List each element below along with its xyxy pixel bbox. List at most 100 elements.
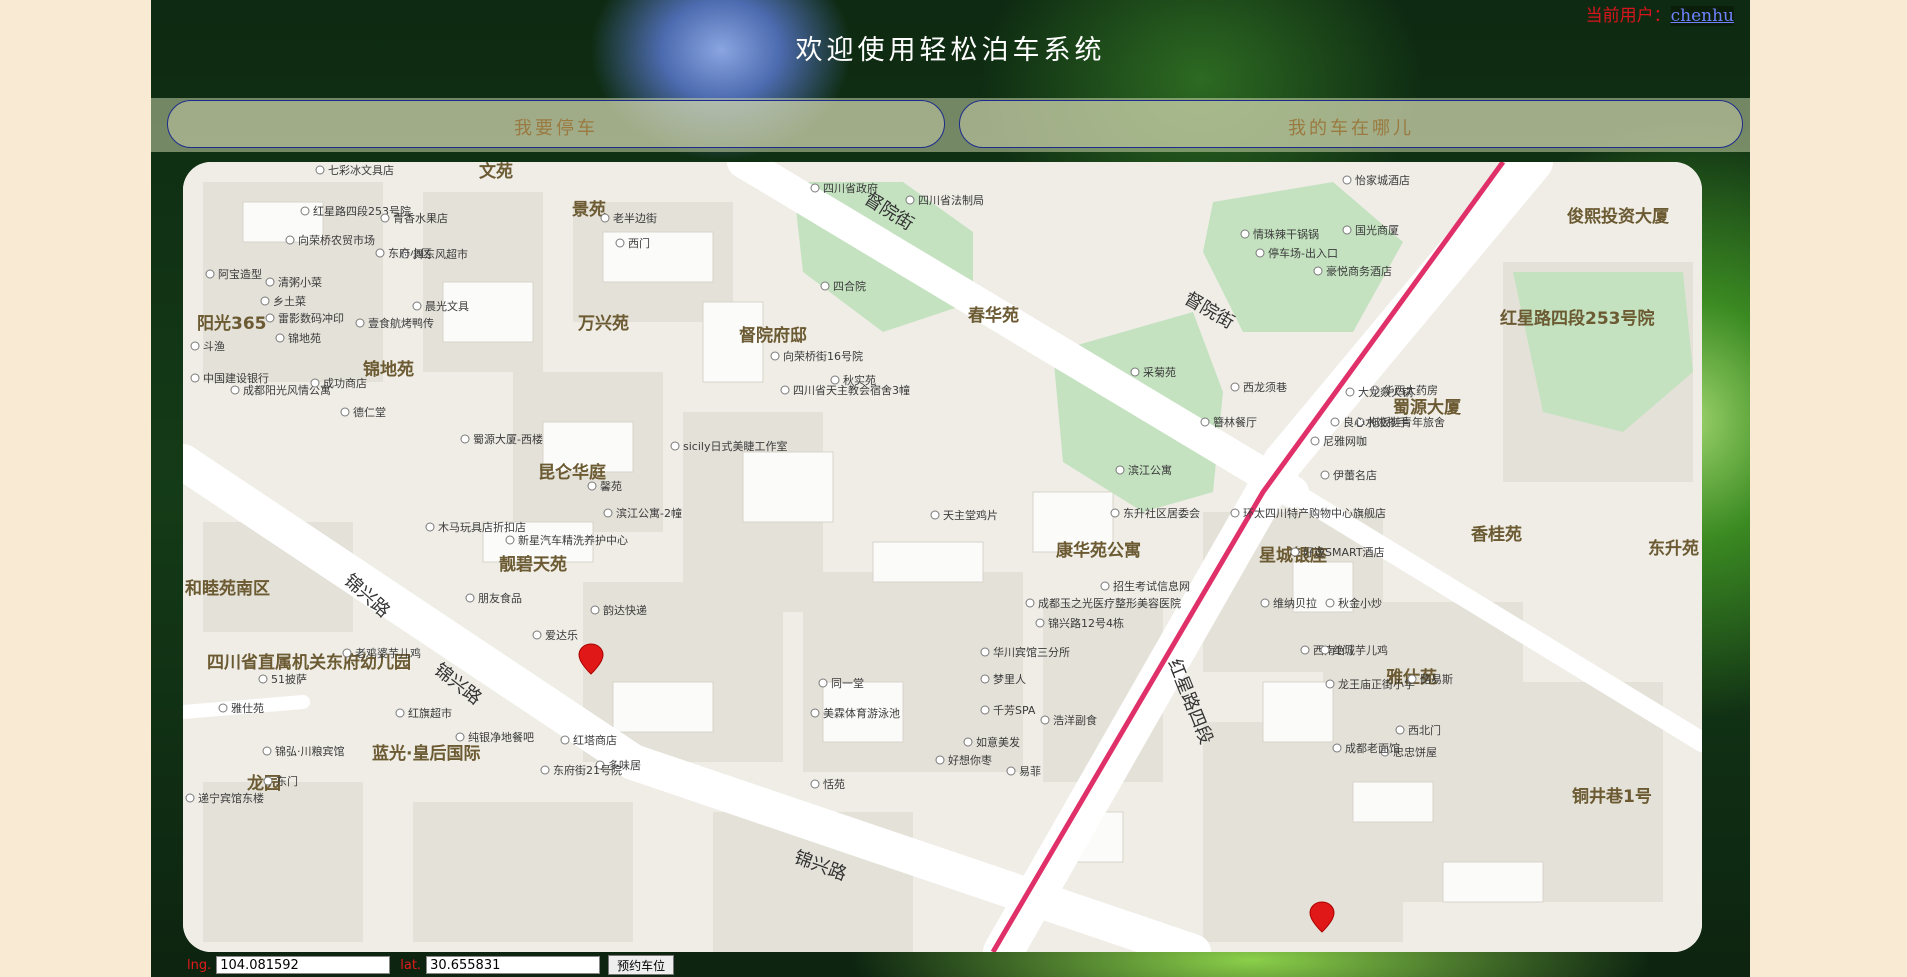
poi-label: 采菊苑 [1143, 366, 1176, 379]
poi-label: 簪林餐厅 [1213, 415, 1257, 429]
poi-label: 向荣桥街16号院 [783, 349, 863, 363]
map-canvas[interactable]: 督院街 督院街 锦兴路 锦兴路 锦兴路 红星路四段 文苑 景苑 万兴苑 督院府邸… [183, 162, 1702, 952]
poi[interactable]: 环太四川特产购物中心旗舰店 [1230, 506, 1386, 520]
poi-icon [930, 510, 940, 520]
poi[interactable]: 豪悦商务酒店 [1313, 264, 1392, 278]
poi-icon [1332, 743, 1342, 753]
poi-label: 成都玉之光医疗整形美容医院 [1038, 596, 1181, 610]
poi[interactable]: 龙王庙正街小学 [1325, 677, 1415, 691]
poi-label: 雷影数码冲印 [278, 311, 344, 325]
poi[interactable]: 东府街21号院 [540, 763, 622, 777]
poi-icon [262, 746, 272, 756]
poi-label: 成功商店 [323, 376, 367, 390]
reserve-spot-button[interactable]: 预约车位 [608, 955, 675, 975]
poi-label: 绝城芋儿鸡 [1333, 643, 1388, 657]
poi-icon [1342, 175, 1352, 185]
poi-icon [905, 195, 915, 205]
poi[interactable]: 滨江公寓-2幢 [603, 506, 682, 520]
poi-icon [963, 737, 973, 747]
poi-icon [1130, 367, 1140, 377]
poi[interactable]: 锦弘·川粮宾馆 [262, 744, 345, 758]
poi-label: 停车场-出入口 [1268, 246, 1338, 260]
poi-label: 朋友食品 [478, 591, 522, 605]
poi-label: 维纳贝拉 [1273, 596, 1317, 610]
poi-icon [460, 434, 470, 444]
find-car-button[interactable]: 我的车在哪儿 [959, 100, 1743, 148]
poi-icon [1025, 598, 1035, 608]
area-label: 香桂苑 [1471, 524, 1522, 545]
poi[interactable]: 良心水饺抄手 [1330, 415, 1409, 429]
poi-icon [1230, 508, 1240, 518]
poi-icon [780, 385, 790, 395]
app-frame: 欢迎使用轻松泊车系统 当前用户：chenhu 我要停车 我的车在哪儿 督院街 督… [151, 0, 1750, 977]
poi[interactable]: 递宁宾馆东楼 [185, 791, 264, 805]
poi[interactable]: 成都玉之光医疗整形美容医院 [1025, 596, 1181, 610]
poi-label: 浩洋副食 [1053, 713, 1097, 727]
poi-label: 如意美发 [976, 735, 1020, 749]
area-label: 靓碧天苑 [499, 554, 567, 575]
poi-label: 蜀源大厦-西楼 [473, 432, 543, 446]
poi[interactable]: 七彩冰文具店 [315, 163, 394, 177]
poi[interactable]: 木马玩具店折扣店 [425, 520, 526, 534]
poi[interactable]: 美霖体育游泳池 [810, 706, 900, 720]
poi[interactable]: 华川宾馆三分所 [980, 645, 1070, 659]
poi[interactable]: 向荣桥农贸市场 [285, 233, 375, 247]
poi-icon [263, 776, 273, 786]
poi-label: 四合院 [833, 279, 866, 293]
poi[interactable]: 好逸SMART酒店 [1290, 545, 1385, 559]
poi-label: 秋金小炒 [1338, 596, 1382, 610]
poi-icon [505, 535, 515, 545]
lat-input[interactable] [426, 956, 601, 974]
lng-input[interactable] [216, 956, 391, 974]
poi-label: 晨光文具 [425, 299, 469, 313]
poi[interactable]: 雷影数码冲印 [265, 311, 344, 325]
area-label: 昆仑华庭 [538, 462, 606, 483]
poi-icon [1230, 382, 1240, 392]
poi[interactable]: 招生考试信息网 [1100, 579, 1190, 593]
poi-label: 秋实苑 [843, 373, 876, 387]
poi-icon [1240, 229, 1250, 239]
poi-icon [260, 296, 270, 306]
poi[interactable]: 纯银净地餐吧 [455, 730, 534, 744]
poi-icon [1320, 645, 1330, 655]
poi[interactable]: 中国建设银行 [190, 371, 269, 385]
park-button[interactable]: 我要停车 [167, 100, 945, 148]
username-link[interactable]: chenhu [1670, 6, 1734, 26]
map[interactable]: 督院街 督院街 锦兴路 锦兴路 锦兴路 红星路四段 文苑 景苑 万兴苑 督院府邸… [183, 162, 1702, 952]
poi-label: 递宁宾馆东楼 [198, 791, 264, 805]
poi-icon [1345, 387, 1355, 397]
poi[interactable]: 新星汽车精洗养护中心 [505, 533, 628, 547]
poi-label: 青香水果店 [393, 211, 448, 225]
poi[interactable]: 锦兴路12号4栋 [1035, 616, 1124, 630]
poi-label: 51披萨 [271, 672, 307, 686]
poi[interactable]: 壹食航烤鸭传 [355, 316, 434, 330]
poi[interactable]: 蜀源大厦-西楼 [460, 432, 543, 446]
poi[interactable]: 老鸡婆芋儿鸡 [342, 646, 421, 660]
area-label: 蓝光·皇后国际 [372, 743, 480, 764]
poi-label: 西北门 [1408, 723, 1441, 737]
poi[interactable]: 停车场-出入口 [1255, 246, 1338, 260]
poi[interactable]: 向荣桥街16号院 [770, 349, 863, 363]
poi[interactable]: 东升社区居委会 [1110, 506, 1200, 520]
poi-label: 易菲 [1019, 765, 1041, 778]
poi-icon [810, 183, 820, 193]
poi-icon [285, 235, 295, 245]
poi-label: 锦地苑 [288, 331, 321, 345]
poi-icon [600, 213, 610, 223]
poi-label: 老半边街 [613, 211, 657, 225]
poi[interactable]: sicily日式美睫工作室 [670, 439, 787, 453]
poi-label: sicily日式美睫工作室 [683, 439, 787, 453]
poi-icon [218, 703, 228, 713]
poi-label: 韵达快递 [603, 603, 647, 617]
area-label: 万兴苑 [577, 313, 629, 334]
poi-icon [190, 373, 200, 383]
poi-label: 中国建设银行 [203, 371, 269, 385]
poi-icon [818, 678, 828, 688]
poi-icon [1395, 725, 1405, 735]
poi-icon [670, 441, 680, 451]
poi-icon [1115, 465, 1125, 475]
poi[interactable]: 四川省法制局 [905, 193, 984, 207]
poi-icon [230, 385, 240, 395]
poi[interactable]: 情珠辣干锅锅 [1240, 227, 1319, 241]
poi-icon [1290, 547, 1300, 557]
